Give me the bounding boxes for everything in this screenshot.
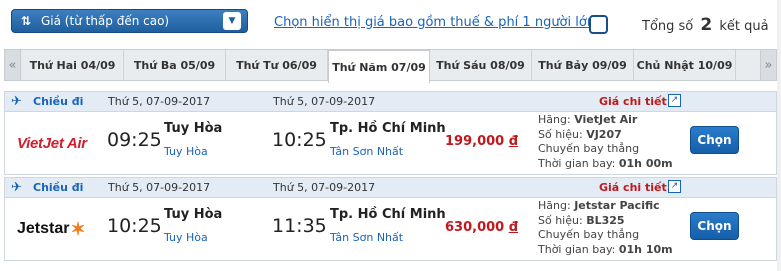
departure-time: 09:25 (107, 129, 162, 151)
price-detail-link[interactable]: Giá chi tiết (599, 181, 667, 194)
airline-label: Hãng: (538, 113, 571, 126)
prev-week-arrow[interactable]: « (5, 50, 21, 80)
flight-card-body: Jetstar ✶ 10:25 Tuy Hòa Tuy Hòa 11:35 Tp.… (5, 198, 776, 260)
airline-logo-text: VietJet Air (17, 134, 87, 152)
day-tab[interactable]: Thứ Sáu 08/09 (430, 50, 532, 80)
flight-number-label: Số hiệu: (538, 213, 583, 227)
result-total: Tổng số 2 kết quả (642, 15, 769, 35)
direction-label: Chiều đi (33, 181, 84, 194)
airline-logo-text: Jetstar ✶ (17, 218, 86, 239)
flight-price: 630,000 đ (445, 220, 518, 235)
departure-time: 10:25 (107, 215, 162, 237)
arrival-date: Thứ 5, 07-09-2017 (273, 95, 376, 108)
plane-icon: ✈ (11, 94, 22, 109)
price-value: 199,000 (445, 134, 505, 149)
departure-airport: Tuy Hòa (164, 231, 208, 244)
flight-price: 199,000 đ (445, 134, 518, 149)
flight-type: Chuyến bay thẳng (538, 228, 640, 241)
price-value: 630,000 (445, 220, 505, 235)
arrival-time: 11:35 (272, 215, 327, 237)
sort-label: Giá (từ thấp đến cao) (41, 14, 170, 28)
airline-name: VietJet Air (574, 113, 638, 126)
page-scrollbar[interactable] (777, 0, 781, 271)
total-suffix: kết quả (719, 19, 769, 34)
select-flight-button[interactable]: Chọn (690, 212, 739, 240)
flight-card-header: ✈ Chiều đi Thứ 5, 07-09-2017 Thứ 5, 07-0… (5, 178, 776, 198)
airline-logo-jetstar: Jetstar ✶ (17, 218, 95, 240)
date-navigation: « Thứ Hai 04/09 Thứ Ba 05/09 Thứ Tư 06/0… (4, 49, 777, 83)
day-tab[interactable]: Chủ Nhật 10/09 (634, 50, 736, 80)
flight-number-label: Số hiệu: (538, 127, 583, 141)
airline-label: Hãng: (538, 199, 571, 212)
tax-option-label[interactable]: Chọn hiển thị giá bao gồm thuế & phí 1 n… (274, 15, 595, 30)
arrival-date: Thứ 5, 07-09-2017 (273, 181, 376, 194)
airline-logo-vietjet: VietJet Air (17, 132, 95, 154)
day-tab-selected[interactable]: Thứ Năm 07/09 (328, 50, 430, 83)
departure-date: Thứ 5, 07-09-2017 (108, 181, 211, 194)
departure-city: Tuy Hòa (164, 207, 223, 222)
arrival-city: Tp. Hồ Chí Minh (330, 121, 446, 136)
flight-info: Hãng: Jetstar Pacific Số hiệu: BL325 Chu… (538, 199, 673, 257)
price-currency: đ (508, 134, 519, 149)
flight-card-header: ✈ Chiều đi Thứ 5, 07-09-2017 Thứ 5, 07-0… (5, 92, 776, 112)
day-tab[interactable]: Thứ Tư 06/09 (226, 50, 328, 80)
day-tab[interactable]: Thứ Hai 04/09 (22, 50, 124, 80)
tax-option-checkbox[interactable] (589, 15, 608, 34)
flight-number: BL325 (586, 213, 625, 227)
flight-card: ✈ Chiều đi Thứ 5, 07-09-2017 Thứ 5, 07-0… (4, 91, 777, 175)
flight-info: Hãng: VietJet Air Số hiệu: VJ207 Chuyến … (538, 113, 673, 171)
results-toolbar: ⇅ Giá (từ thấp đến cao) ▼ Chọn hiển thị … (0, 0, 781, 46)
arrival-airport: Tân Sơn Nhất (330, 231, 404, 244)
duration-label: Thời gian bay: (538, 156, 616, 170)
sort-select[interactable]: ⇅ Giá (từ thấp đến cao) ▼ (11, 9, 248, 33)
flight-number: VJ207 (586, 127, 622, 141)
star-icon: ✶ (70, 218, 86, 239)
plane-icon: ✈ (11, 180, 22, 195)
total-count: 2 (700, 15, 713, 35)
flight-duration: 01h 10m (618, 242, 673, 256)
flight-type: Chuyến bay thẳng (538, 142, 640, 155)
flight-duration: 01h 00m (618, 156, 673, 170)
price-currency: đ (508, 220, 519, 235)
duration-label: Thời gian bay: (538, 242, 616, 256)
flight-card-body: VietJet Air 09:25 Tuy Hòa Tuy Hòa 10:25 … (5, 112, 776, 174)
external-link-icon[interactable]: ↗ (668, 180, 681, 193)
arrival-airport: Tân Sơn Nhất (330, 145, 404, 158)
day-tabs: Thứ Hai 04/09 Thứ Ba 05/09 Thứ Tư 06/09 … (22, 50, 736, 83)
external-link-icon[interactable]: ↗ (668, 94, 681, 107)
price-detail-link[interactable]: Giá chi tiết (599, 95, 667, 108)
airline-name: Jetstar Pacific (574, 199, 660, 212)
day-tab[interactable]: Thứ Bảy 09/09 (532, 50, 634, 80)
sort-ascending-icon: ⇅ (20, 14, 32, 28)
departure-city: Tuy Hòa (164, 121, 223, 136)
total-prefix: Tổng số (642, 19, 694, 34)
chevron-down-icon: ▼ (223, 12, 241, 30)
departure-date: Thứ 5, 07-09-2017 (108, 95, 211, 108)
departure-airport: Tuy Hòa (164, 145, 208, 158)
flight-card: ✈ Chiều đi Thứ 5, 07-09-2017 Thứ 5, 07-0… (4, 177, 777, 261)
next-week-arrow[interactable]: » (760, 50, 776, 80)
direction-label: Chiều đi (33, 95, 84, 108)
arrival-city: Tp. Hồ Chí Minh (330, 207, 446, 222)
select-flight-button[interactable]: Chọn (690, 126, 739, 154)
arrival-time: 10:25 (272, 129, 327, 151)
day-tab[interactable]: Thứ Ba 05/09 (124, 50, 226, 80)
